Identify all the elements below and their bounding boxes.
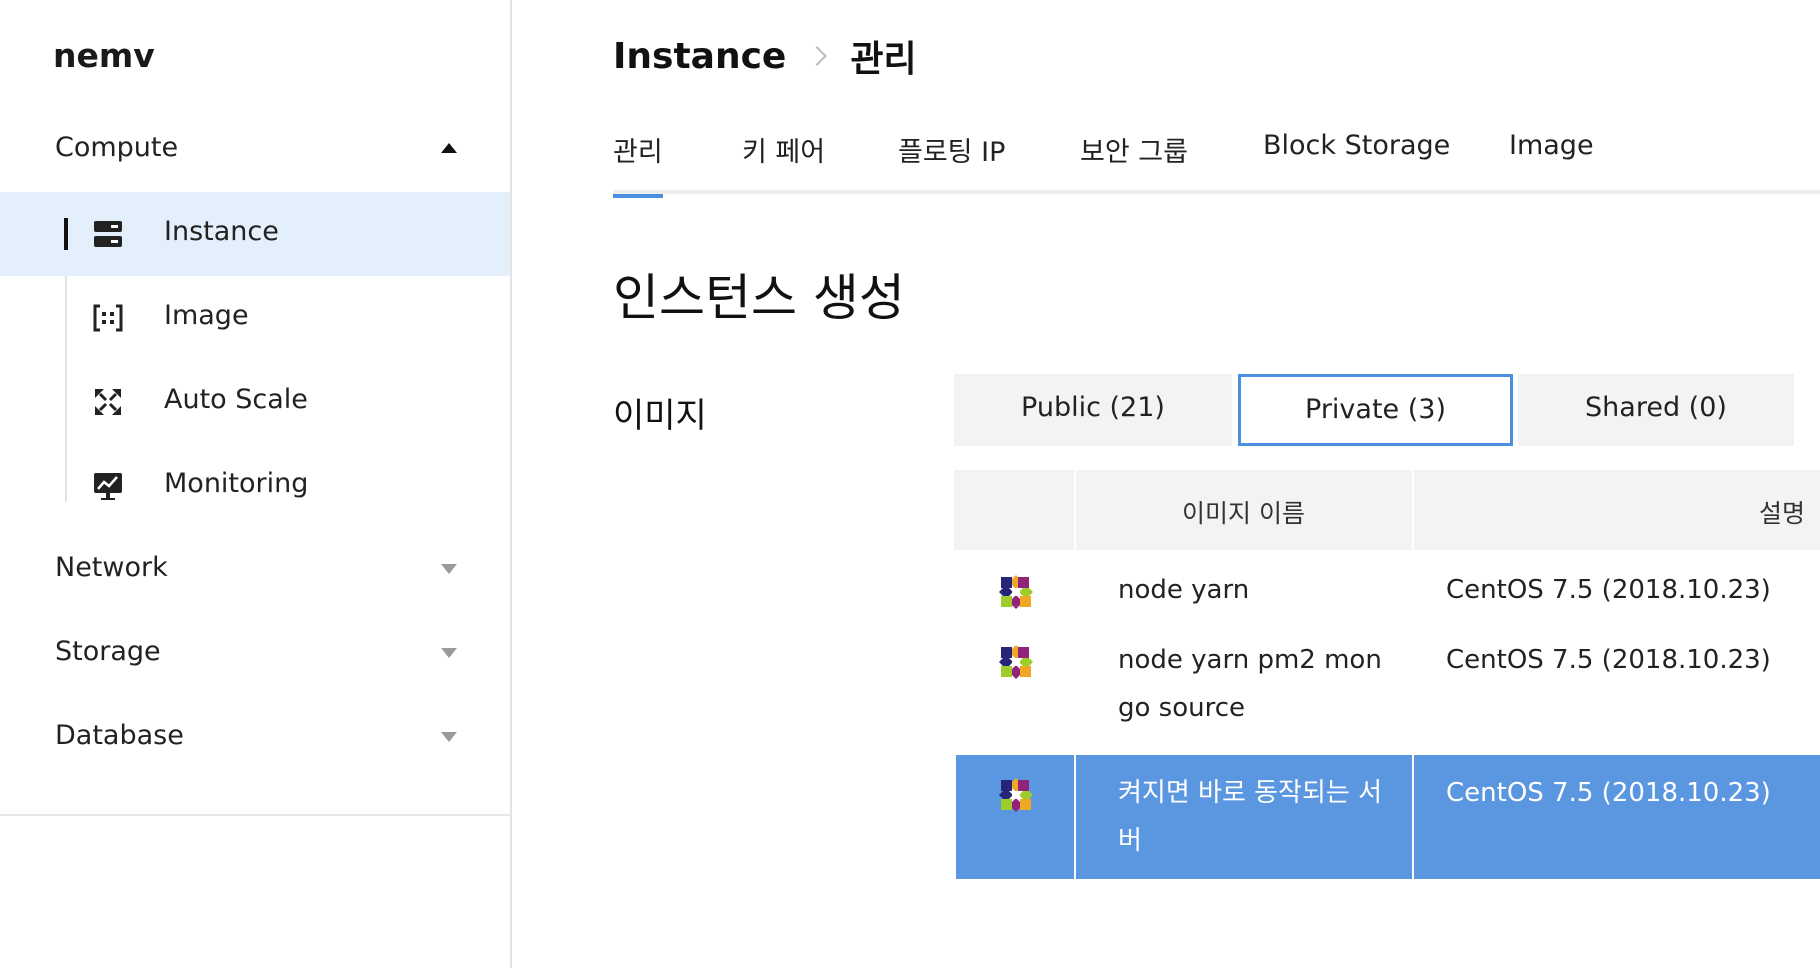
chevron-right-icon xyxy=(807,46,828,66)
sidebar-item-instance[interactable]: Instance xyxy=(0,192,510,276)
column-divider xyxy=(1074,755,1076,879)
caret-down-icon xyxy=(441,648,457,658)
column-divider xyxy=(1412,470,1414,550)
caret-down-icon xyxy=(441,732,457,742)
tab-bar: 관리 키 페어 플로팅 IP 보안 그룹 Block Storage Image xyxy=(613,130,1820,198)
image-description: CentOS 7.5 (2018.10.23) xyxy=(1446,778,1771,808)
centos-logo-icon xyxy=(999,645,1033,679)
column-header-name[interactable]: 이미지 이름 xyxy=(1182,494,1305,530)
image-name: 켜지면 바로 동작되는 서버 xyxy=(1118,778,1382,856)
sidebar: nemv Compute Instance Image Auto Scale M… xyxy=(0,0,512,968)
breadcrumb: Instance 관리 xyxy=(613,30,917,82)
sidebar-item-auto-scale[interactable]: Auto Scale xyxy=(0,360,510,444)
active-indicator xyxy=(64,218,68,250)
image-table-header: 이미지 이름 설명 xyxy=(954,470,1820,550)
breadcrumb-item-current: 관리 xyxy=(850,39,917,80)
caret-up-icon xyxy=(441,143,457,153)
expand-arrows-icon xyxy=(95,389,121,415)
image-bracket-icon xyxy=(93,304,123,332)
sidebar-group-database[interactable]: Database xyxy=(0,706,510,766)
sidebar-item-label: Monitoring xyxy=(164,468,309,499)
tab-manage[interactable]: 관리 xyxy=(613,130,663,198)
sidebar-group-network[interactable]: Network xyxy=(0,538,510,598)
segment-public[interactable]: Public (21) xyxy=(954,374,1232,446)
centos-logo-icon xyxy=(999,575,1033,609)
tab-block-storage[interactable]: Block Storage xyxy=(1263,130,1450,194)
column-header-desc[interactable]: 설명 xyxy=(1759,494,1805,530)
table-row-selected[interactable]: 켜지면 바로 동작되는 서버 CentOS 7.5 (2018.10.23) xyxy=(956,755,1820,879)
sidebar-item-monitoring[interactable]: Monitoring xyxy=(0,444,510,528)
sidebar-item-image[interactable]: Image xyxy=(0,276,510,360)
sidebar-group-label: Storage xyxy=(55,636,161,667)
sidebar-group-label: Network xyxy=(55,552,168,583)
image-description: CentOS 7.5 (2018.10.23) xyxy=(1446,575,1771,605)
segment-shared[interactable]: Shared (0) xyxy=(1518,374,1794,446)
column-divider xyxy=(1074,470,1076,550)
sidebar-group-label: Compute xyxy=(55,132,179,163)
tab-floating-ip[interactable]: 플로팅 IP xyxy=(898,130,1005,194)
column-divider xyxy=(1412,755,1414,879)
page-title: 인스턴스 생성 xyxy=(613,269,905,327)
sidebar-divider xyxy=(0,814,510,816)
sidebar-group-label: Database xyxy=(55,720,184,751)
segment-private[interactable]: Private (3) xyxy=(1238,374,1513,446)
breadcrumb-item-instance[interactable]: Instance xyxy=(613,36,786,77)
centos-logo-icon xyxy=(999,778,1033,812)
tab-security-group[interactable]: 보안 그룹 xyxy=(1080,130,1188,194)
image-description: CentOS 7.5 (2018.10.23) xyxy=(1446,645,1771,675)
server-icon xyxy=(94,221,122,247)
sidebar-item-label: Instance xyxy=(164,216,279,247)
caret-down-icon xyxy=(441,564,457,574)
image-section-label: 이미지 xyxy=(613,396,707,436)
sidebar-group-compute[interactable]: Compute xyxy=(0,118,510,178)
tab-key-pair[interactable]: 키 페어 xyxy=(742,130,825,194)
table-row[interactable]: node yarn pm2 mongo source CentOS 7.5 (2… xyxy=(954,630,1820,740)
image-name: node yarn xyxy=(1118,575,1250,605)
image-name: node yarn pm2 mongo source xyxy=(1118,645,1382,723)
sidebar-item-label: Image xyxy=(164,300,249,331)
sidebar-item-label: Auto Scale xyxy=(164,384,308,415)
table-row[interactable]: node yarn CentOS 7.5 (2018.10.23) xyxy=(954,560,1820,622)
sidebar-group-storage[interactable]: Storage xyxy=(0,622,510,682)
brand-logo[interactable]: nemv xyxy=(53,36,155,75)
tab-image[interactable]: Image xyxy=(1509,130,1594,194)
monitor-chart-icon xyxy=(94,473,122,500)
